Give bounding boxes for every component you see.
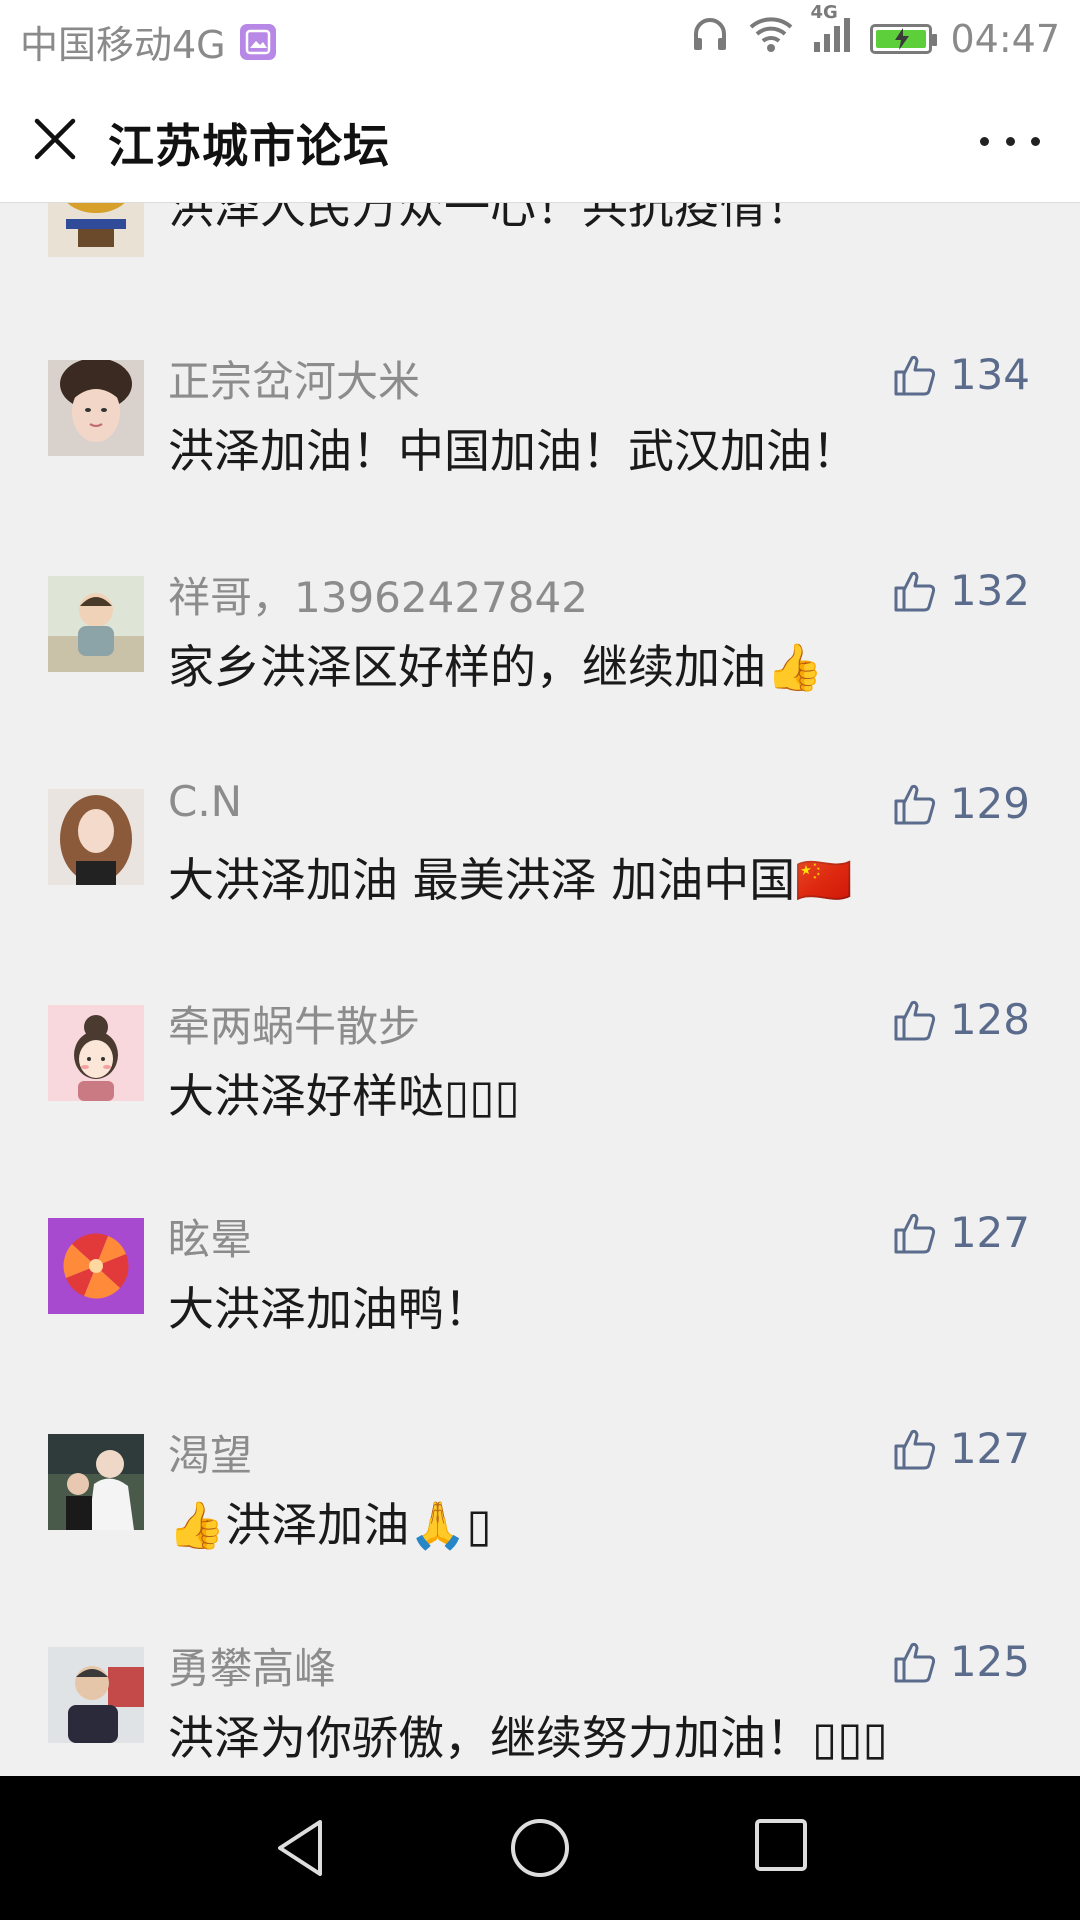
comment-username[interactable]: 牵两蜗牛散步 (168, 993, 420, 1054)
avatar[interactable] (48, 789, 144, 885)
avatar[interactable] (48, 1434, 144, 1530)
back-button[interactable] (272, 1816, 328, 1884)
close-button[interactable] (28, 112, 82, 166)
avatar[interactable] (48, 576, 144, 672)
like-button[interactable]: 127 (892, 1424, 1030, 1473)
thumbs-up-icon (894, 1429, 935, 1469)
comment-username[interactable]: 正宗岔河大米 (168, 348, 420, 409)
like-count: 127 (949, 1208, 1030, 1257)
avatar[interactable] (48, 1218, 144, 1314)
like-count: 132 (949, 566, 1030, 615)
more-dot-icon (1031, 136, 1040, 146)
like-button[interactable]: 125 (892, 1637, 1030, 1686)
thumbs-up-icon (894, 784, 935, 824)
network-type-badge: 4G (810, 2, 838, 23)
status-bar: 中国移动4G 4G 04:47 (0, 0, 1080, 78)
avatar[interactable] (48, 360, 144, 456)
like-count: 127 (949, 1424, 1030, 1473)
more-dot-icon (1005, 136, 1015, 146)
wifi-icon (748, 15, 794, 62)
more-dot-icon (980, 136, 989, 146)
comment-username[interactable]: C.N (168, 777, 242, 826)
status-right: 4G 04:47 (690, 2, 1060, 63)
thumbs-up-icon (894, 355, 935, 395)
like-button[interactable]: 127 (892, 1208, 1030, 1257)
like-button[interactable]: 128 (892, 995, 1030, 1044)
close-icon (34, 118, 76, 160)
carrier-label: 中国移动4G (20, 23, 226, 67)
gallery-notification-icon (239, 23, 276, 60)
avatar[interactable] (48, 1647, 144, 1743)
more-options-button[interactable] (980, 134, 1040, 148)
headphones-icon (690, 14, 730, 63)
comment-username[interactable]: 渴望 (168, 1422, 252, 1483)
recent-apps-button[interactable] (752, 1816, 810, 1878)
comment-text: 洪泽加油！中国加油！武汉加油！ (168, 424, 858, 478)
like-button[interactable]: 132 (892, 566, 1030, 615)
comment-text: 大洪泽加油 最美洪泽 加油中国🇨🇳 (168, 853, 853, 907)
system-navigation-bar (0, 1776, 1080, 1920)
comment-text: 大洪泽加油鸭！ (168, 1282, 490, 1336)
like-count: 129 (949, 779, 1030, 828)
battery-icon (870, 23, 938, 54)
like-count: 125 (949, 1637, 1030, 1686)
comments-list[interactable]: 洪泽人民万众一心！共抗疫情！ 正宗岔河大米 134 洪泽加油！中国加油！武汉加油… (0, 203, 1080, 1776)
thumbs-up-icon (894, 1000, 935, 1040)
avatar[interactable] (48, 203, 144, 257)
comment-username[interactable]: 眩晕 (168, 1206, 252, 1267)
comment-text: 洪泽为你骄傲，继续努力加油！▯▯▯ (168, 1711, 888, 1765)
comment-username[interactable]: 勇攀高峰 (168, 1635, 336, 1696)
like-button[interactable]: 129 (892, 779, 1030, 828)
back-triangle-icon (278, 1820, 322, 1876)
comment-text: 大洪泽好样哒▯▯▯ (168, 1069, 520, 1123)
like-count: 134 (949, 350, 1030, 399)
comment-username[interactable]: 祥哥，13962427842 (168, 564, 588, 625)
thumbs-up-icon (894, 571, 935, 611)
page-title: 江苏城市论坛 (108, 119, 390, 173)
recent-apps-square-icon (755, 1819, 807, 1871)
thumbs-up-icon (894, 1642, 935, 1682)
avatar[interactable] (48, 1005, 144, 1101)
like-count: 128 (949, 995, 1030, 1044)
comment-text: 家乡洪泽区好样的，继续加油👍 (168, 640, 824, 694)
title-bar: 江苏城市论坛 (0, 78, 1080, 203)
home-circle-icon (511, 1819, 569, 1877)
thumbs-up-icon (894, 1213, 935, 1253)
home-button[interactable] (508, 1816, 572, 1884)
clock-time: 04:47 (950, 16, 1060, 61)
comment-text: 洪泽人民万众一心！共抗疫情！ (168, 203, 812, 234)
signal-icon: 4G (810, 2, 852, 63)
like-button[interactable]: 134 (892, 350, 1030, 399)
comment-text: 👍洪泽加油🙏▯ (168, 1498, 492, 1552)
status-left: 中国移动4G (20, 14, 276, 69)
